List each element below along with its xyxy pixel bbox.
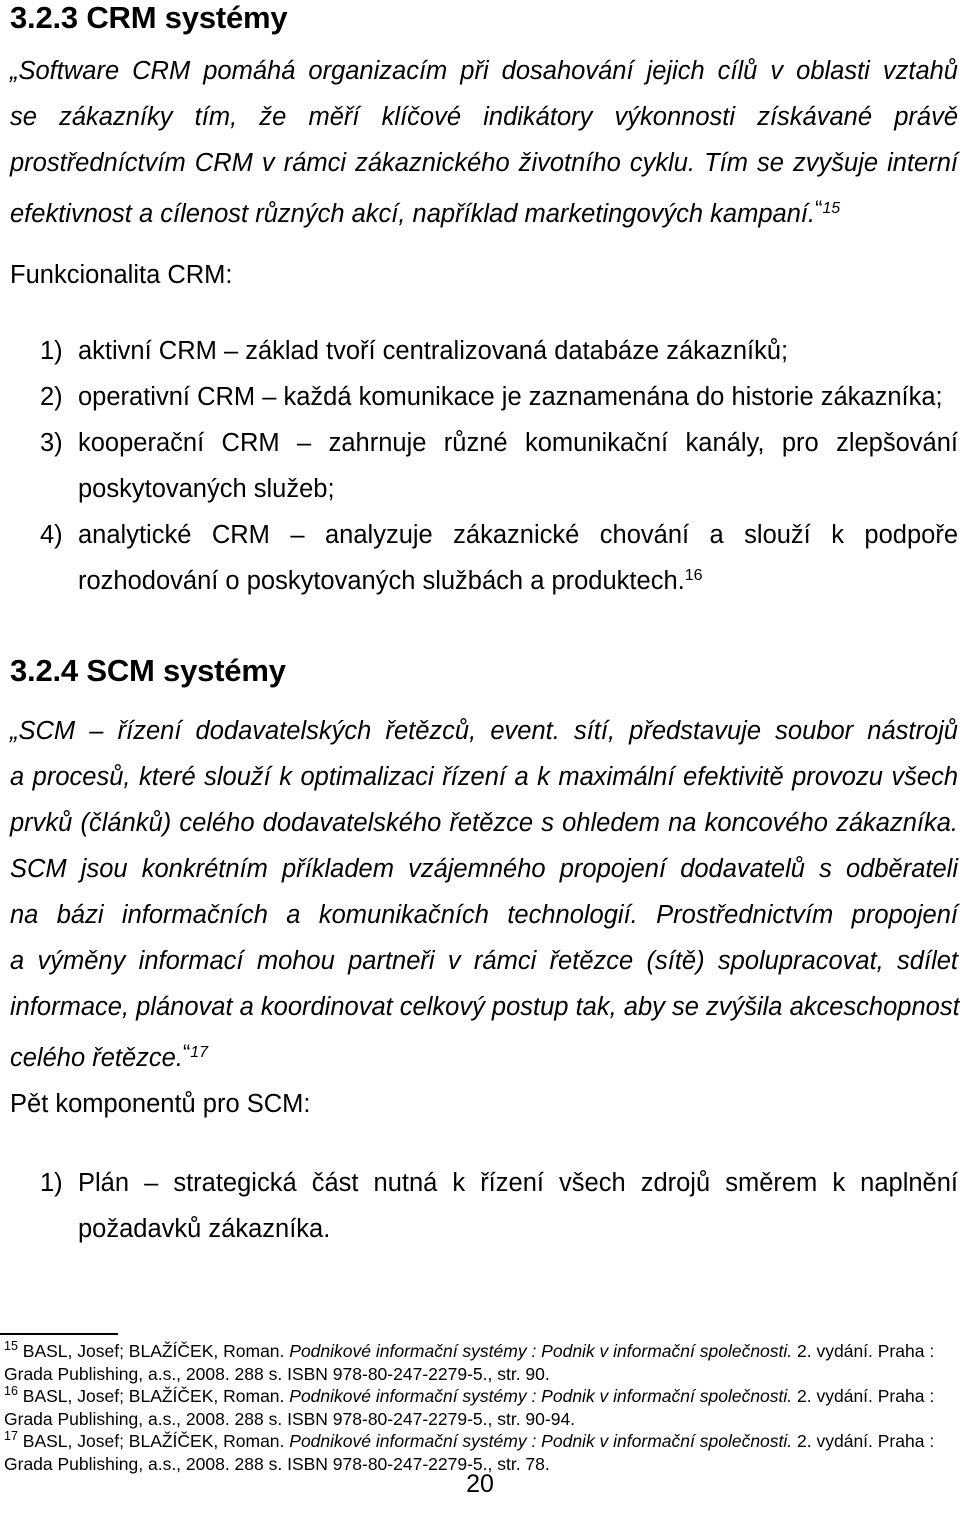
footnote-title: Podnikové informační systémy : Podnik v … xyxy=(289,1341,793,1361)
footnote-16: 16 BASL, Josef; BLAŽÍČEK, Roman. Podniko… xyxy=(4,1385,960,1430)
footnote-marker-16: 16 xyxy=(684,567,703,584)
quote-line: celého řetězce. xyxy=(10,1044,183,1072)
footnote-pre-text: BASL, Josef; BLAŽÍČEK, Roman. xyxy=(17,1431,290,1452)
footnote-marker-15: 15 xyxy=(822,200,841,217)
quote-line: „Software CRM pomáhá organizacím při dos… xyxy=(10,57,958,85)
heading-crm-systems: 3.2.3 CRM systémy xyxy=(10,0,288,35)
quote-line: a výměny informací mohou partneři v rámc… xyxy=(10,947,958,975)
footnote-pre-text: BASL, Josef; BLAŽÍČEK, Roman. xyxy=(17,1386,290,1407)
label-pet-komponentu-scm: Pět komponentů pro SCM: xyxy=(10,1090,311,1118)
quote-line: informace, plánovat a koordinovat celkov… xyxy=(10,993,960,1021)
paragraph-scm-quote: „SCM – řízení dodavatelských řetězců, ev… xyxy=(10,708,960,1081)
list-crm-functionality: 1) aktivní CRM – základ tvoří centralizo… xyxy=(0,328,958,604)
quote-line: a procesů, které slouží k optimalizaci ř… xyxy=(10,763,958,791)
list-item: 2) operativní CRM – každá komunikace je … xyxy=(0,374,958,420)
quote-line: prvků (článků) celého dodavatelského řet… xyxy=(10,809,958,837)
list-marker: 1) xyxy=(40,1169,63,1197)
list-item: 3) kooperační CRM – zahrnuje různé komun… xyxy=(0,420,958,512)
list-item-line: operativní CRM – každá komunikace je zaz… xyxy=(78,383,943,411)
quote-line: se zákazníky tím, že měří klíčové indiká… xyxy=(10,103,958,131)
footnote-marker-17: 17 xyxy=(190,1044,209,1061)
list-marker: 2) xyxy=(40,383,63,411)
list-marker: 1) xyxy=(40,337,63,365)
footnote-title: Podnikové informační systémy : Podnik v … xyxy=(289,1431,793,1452)
footnote-17: 17 BASL, Josef; BLAŽÍČEK, Roman. Podniko… xyxy=(4,1430,960,1475)
label-funkcionalita-crm: Funkcionalita CRM: xyxy=(10,261,233,289)
list-item-line: analytické CRM – analyzuje zákaznické ch… xyxy=(78,521,958,549)
list-item-line: Plán – strategická část nutná k řízení v… xyxy=(78,1169,958,1197)
list-item-line: rozhodování o poskytovaných službách a p… xyxy=(78,567,685,595)
heading-scm-systems: 3.2.4 SCM systémy xyxy=(10,653,286,688)
footnote-separator-rule xyxy=(0,1333,118,1335)
quote-line: „SCM – řízení dodavatelských řetězců, ev… xyxy=(10,717,958,745)
list-item-line: aktivní CRM – základ tvoří centralizovan… xyxy=(78,337,789,365)
footnote-ref-number: 16 xyxy=(4,1384,18,1399)
quote-line: na bázi informačních a komunikačních tec… xyxy=(10,901,958,929)
list-item-line: kooperační CRM – zahrnuje různé komunika… xyxy=(78,429,958,457)
list-scm-components: 1) Plán – strategická část nutná k řízen… xyxy=(0,1160,958,1252)
list-item: 1) aktivní CRM – základ tvoří centralizo… xyxy=(0,328,958,374)
page-number: 20 xyxy=(466,1470,494,1498)
list-marker: 4) xyxy=(40,521,63,549)
list-item: 4) analytické CRM – analyzuje zákaznické… xyxy=(0,512,958,604)
list-marker: 3) xyxy=(40,429,63,457)
list-item-line: poskytovaných služeb; xyxy=(78,475,335,503)
document-page: 3.2.3 CRM systémy „Software CRM pomáhá o… xyxy=(0,0,960,1515)
list-item-line: požadavků zákazníka. xyxy=(78,1215,331,1243)
footnote-pre-text: BASL, Josef; BLAŽÍČEK, Roman. xyxy=(17,1341,290,1361)
quote-line: prostředníctvím CRM v rámci zákaznického… xyxy=(10,149,958,177)
footnote-block: 15 BASL, Josef; BLAŽÍČEK, Roman. Podniko… xyxy=(4,1340,960,1476)
quote-line: SCM jsou konkrétním příkladem vzájemného… xyxy=(10,855,958,883)
list-item: 1) Plán – strategická část nutná k řízen… xyxy=(0,1160,958,1252)
quote-line: efektivnost a cílenost různých akcí, nap… xyxy=(10,200,816,228)
footnote-ref-number: 17 xyxy=(4,1429,18,1444)
paragraph-crm-quote: „Software CRM pomáhá organizacím při dos… xyxy=(10,48,958,237)
footnote-title: Podnikové informační systémy : Podnik v … xyxy=(289,1386,793,1407)
footnote-15: 15 BASL, Josef; BLAŽÍČEK, Roman. Podniko… xyxy=(4,1340,960,1385)
footnote-ref-number: 15 xyxy=(4,1339,18,1353)
